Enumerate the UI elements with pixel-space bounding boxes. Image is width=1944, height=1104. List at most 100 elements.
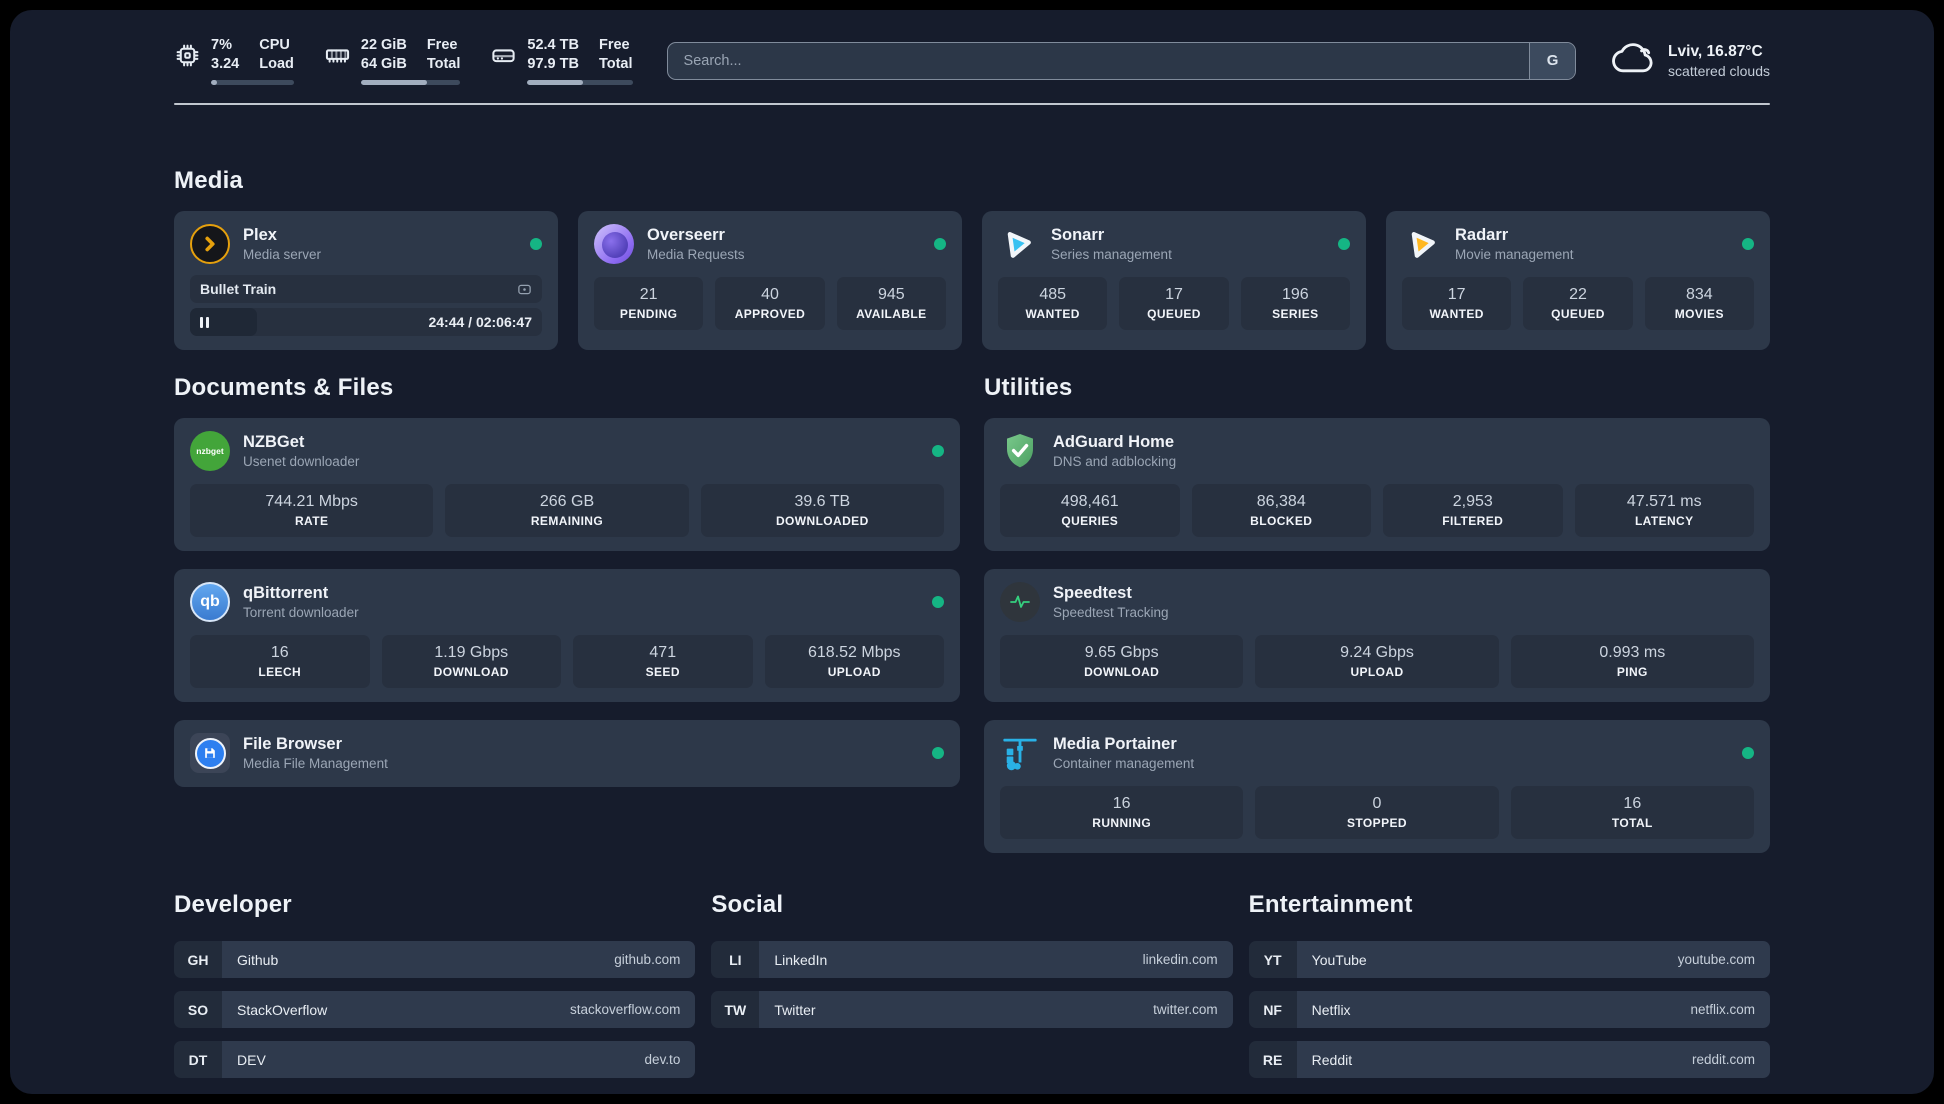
overseerr-icon [594,224,634,264]
section-title-entertainment: Entertainment [1248,891,1413,918]
stat-value: 21 [639,286,658,303]
stat-total: 16 TOTAL [1510,786,1754,839]
app-name: qBittorrent [243,583,329,602]
bookmark-name: YouTube [1311,951,1367,968]
stat-blocked: 86,384 BLOCKED [1191,484,1371,537]
stat-label: QUEUED [1551,307,1605,321]
app-card-qbittorrent[interactable]: qb qBittorrent Torrent downloader 16 LEE… [174,569,960,702]
bookmark-youtube[interactable]: YT YouTube youtube.com [1248,941,1770,978]
cpu-load-label: Load [259,56,294,72]
search-engine-button[interactable]: G [1529,42,1576,79]
stat-upload: 9.24 Gbps UPLOAD [1255,635,1499,688]
section-title-developer: Developer [174,891,292,918]
stat-download: 9.65 Gbps DOWNLOAD [1000,635,1244,688]
app-subtitle: Speedtest Tracking [1053,604,1169,620]
cpu-progress-bar [211,80,294,85]
app-subtitle: Container management [1053,755,1195,771]
bookmark-url: twitter.com [1153,1002,1218,1017]
cpu-load-value: 3.24 [211,56,240,72]
section-title-documents: Documents & Files [174,374,394,401]
dashboard-page: 7% 3.24 CPU Load 22 GiB 64 GiB Free Tota… [10,10,1934,1094]
disk-total-label: Total [598,56,633,72]
bookmark-twitter[interactable]: TW Twitter twitter.com [711,991,1233,1028]
plex-icon [190,224,230,264]
utilities-column: Utilities AdGuard Home DNS and adblockin… [984,374,1770,853]
bookmark-netflix[interactable]: NF Netflix netflix.com [1248,991,1770,1028]
app-card-speedtest[interactable]: Speedtest Speedtest Tracking 9.65 Gbps D… [984,569,1770,702]
screen-icon [517,282,532,297]
stat-value: 744.21 Mbps [265,493,358,510]
stat-label: SERIES [1272,307,1319,321]
stat-label: DOWNLOAD [433,665,509,679]
app-card-portainer[interactable]: Media Portainer Container management 16 … [984,720,1770,853]
stat-value: 40 [761,286,779,303]
disk-free-value: 52.4 TB [527,37,579,53]
bookmark-url: youtube.com [1677,952,1755,967]
stat-running: 16 RUNNING [1000,786,1244,839]
stat-label: BLOCKED [1250,514,1313,528]
app-subtitle: Series management [1051,246,1172,262]
status-indicator [1742,747,1754,759]
stat-stopped: 0 STOPPED [1255,786,1499,839]
speedtest-icon [1000,582,1040,622]
search-input[interactable] [667,42,1530,79]
stat-value: 834 [1685,286,1713,303]
stat-queued: 17 QUEUED [1119,277,1229,330]
app-card-adguard[interactable]: AdGuard Home DNS and adblocking 498,461 … [984,418,1770,551]
app-card-overseerr[interactable]: Overseerr Media Requests 21 PENDING 40 A… [578,211,962,350]
radarr-icon [1402,224,1442,264]
weather-location-temp: Lviv, 16.87°C [1668,42,1763,60]
app-card-nzbget[interactable]: nzbget NZBGet Usenet downloader 744.21 M… [174,418,960,551]
section-title-utilities: Utilities [984,374,1073,401]
stat-label: DOWNLOAD [1084,665,1160,679]
bookmark-name: StackOverflow [237,1001,328,1018]
stat-available: 945 AVAILABLE [836,277,946,330]
stat-value: 22 [1569,286,1587,303]
stat-value: 16 [1112,795,1131,812]
nzbget-icon: nzbget [190,431,230,471]
bookmark-abbr: SO [174,991,222,1028]
app-card-radarr[interactable]: Radarr Movie management 17 WANTED 22 QUE… [1386,211,1770,350]
stat-label: AVAILABLE [856,307,927,321]
bookmark-reddit[interactable]: RE Reddit reddit.com [1248,1041,1770,1078]
stat-value: 945 [877,286,905,303]
stat-label: STOPPED [1347,816,1407,830]
bookmark-abbr: GH [174,941,222,978]
bookmark-github[interactable]: GH Github github.com [174,941,696,978]
bookmark-stackoverflow[interactable]: SO StackOverflow stackoverflow.com [174,991,696,1028]
stat-wanted: 17 WANTED [1402,277,1512,330]
stat-label: RUNNING [1092,816,1152,830]
cloud-icon [1610,39,1656,82]
stat-label: RATE [294,514,329,528]
stat-label: FILTERED [1442,514,1504,528]
bookmark-abbr: NF [1248,991,1297,1028]
stat-value: 9.65 Gbps [1084,644,1159,661]
stat-rate: 744.21 Mbps RATE [190,484,434,537]
bookmark-name: Github [237,951,279,968]
app-subtitle: Usenet downloader [243,453,360,469]
bookmark-dev[interactable]: DT DEV dev.to [174,1041,696,1078]
bookmark-name: DEV [237,1051,266,1068]
stat-label: DOWNLOADED [775,514,869,528]
app-name: Overseerr [647,225,725,244]
app-name: NZBGet [243,432,305,451]
stat-label: PING [1616,665,1648,679]
status-indicator [934,238,946,250]
app-card-plex[interactable]: Plex Media server Bullet Train 24:44 / 0… [174,211,558,350]
stat-label: PENDING [619,307,678,321]
app-card-filebrowser[interactable]: File Browser Media File Management [174,720,960,787]
app-subtitle: Movie management [1455,246,1574,262]
ram-icon [324,42,351,69]
status-indicator [530,238,542,250]
now-playing-row: Bullet Train [190,275,542,303]
ram-total-value: 64 GiB [360,56,407,72]
bookmark-name: Reddit [1311,1051,1353,1068]
bookmark-abbr: TW [711,991,760,1028]
stat-download: 1.19 Gbps DOWNLOAD [381,635,561,688]
app-card-sonarr[interactable]: Sonarr Series management 485 WANTED 17 Q… [982,211,1366,350]
bookmark-linkedin[interactable]: LI LinkedIn linkedin.com [711,941,1233,978]
app-name: AdGuard Home [1053,432,1175,451]
bookmark-abbr: RE [1248,1041,1297,1078]
weather-widget: Lviv, 16.87°C scattered clouds [1610,39,1770,82]
stat-label: SEED [645,665,680,679]
